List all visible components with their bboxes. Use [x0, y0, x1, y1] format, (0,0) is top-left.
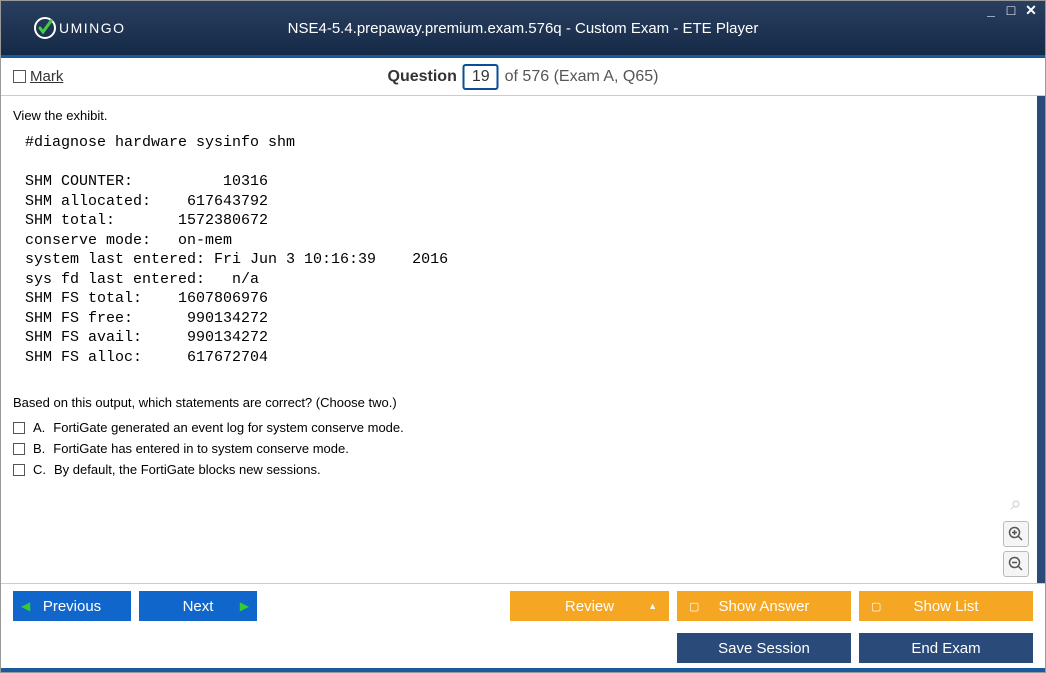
title-bar: UMINGO NSE4-5.4.prepaway.premium.exam.57… — [1, 1, 1045, 55]
answers-list: A. FortiGate generated an event log for … — [13, 420, 1033, 477]
minimize-icon[interactable]: _ — [983, 3, 999, 17]
answer-option[interactable]: A. FortiGate generated an event log for … — [13, 420, 1033, 435]
mark-checkbox-wrap[interactable]: Mark — [13, 68, 63, 85]
answer-text: By default, the FortiGate blocks new ses… — [54, 462, 321, 477]
answer-letter: C. — [33, 462, 46, 477]
show-answer-label: Show Answer — [719, 598, 810, 615]
question-prompt: Based on this output, which statements a… — [13, 395, 1033, 410]
question-rest: of 576 (Exam A, Q65) — [505, 68, 659, 86]
chevron-right-icon: ▶ — [240, 599, 249, 613]
end-exam-button[interactable]: End Exam — [859, 633, 1033, 663]
footer-nav: ◀ Previous Next ▶ Review ▲ ▢ Show Answer… — [1, 583, 1045, 628]
square-icon: ▢ — [689, 600, 699, 613]
search-icon[interactable]: ⌕ — [1003, 491, 1029, 517]
question-label: Question — [388, 68, 457, 86]
review-label: Review — [565, 598, 614, 615]
answer-option[interactable]: B. FortiGate has entered in to system co… — [13, 441, 1033, 456]
next-label: Next — [183, 598, 214, 615]
exhibit-text: #diagnose hardware sysinfo shm SHM COUNT… — [25, 133, 1033, 367]
save-session-label: Save Session — [718, 640, 810, 657]
app-logo: UMINGO — [33, 16, 126, 40]
close-icon[interactable]: ✕ — [1023, 3, 1039, 17]
show-answer-button[interactable]: ▢ Show Answer — [677, 591, 851, 621]
answer-option[interactable]: C. By default, the FortiGate blocks new … — [13, 462, 1033, 477]
answer-letter: A. — [33, 420, 45, 435]
answer-text: FortiGate has entered in to system conse… — [53, 441, 349, 456]
square-icon: ▢ — [871, 600, 881, 613]
zoom-in-icon[interactable] — [1003, 521, 1029, 547]
question-number[interactable]: 19 — [463, 64, 499, 90]
answer-text: FortiGate generated an event log for sys… — [53, 420, 403, 435]
answer-letter: B. — [33, 441, 45, 456]
question-indicator: Question 19 of 576 (Exam A, Q65) — [388, 64, 659, 90]
scrollbar[interactable] — [1037, 96, 1045, 583]
question-header: Mark Question 19 of 576 (Exam A, Q65) — [1, 58, 1045, 96]
mark-checkbox[interactable] — [13, 70, 26, 83]
footer-session: Save Session End Exam — [1, 628, 1045, 668]
next-button[interactable]: Next ▶ — [139, 591, 257, 621]
content-area: View the exhibit. #diagnose hardware sys… — [1, 96, 1045, 583]
previous-label: Previous — [43, 598, 101, 615]
window-title: NSE4-5.4.prepaway.premium.exam.576q - Cu… — [288, 20, 759, 37]
review-button[interactable]: Review ▲ — [510, 591, 669, 621]
bottom-divider — [1, 668, 1045, 672]
end-exam-label: End Exam — [911, 640, 980, 657]
maximize-icon[interactable]: □ — [1003, 3, 1019, 17]
logo-text: UMINGO — [59, 20, 126, 36]
show-list-label: Show List — [913, 598, 978, 615]
zoom-tools: ⌕ — [1003, 491, 1029, 577]
zoom-out-icon[interactable] — [1003, 551, 1029, 577]
chevron-left-icon: ◀ — [21, 599, 30, 613]
window-controls: _ □ ✕ — [983, 3, 1039, 17]
previous-button[interactable]: ◀ Previous — [13, 591, 131, 621]
answer-checkbox[interactable] — [13, 422, 25, 434]
checkmark-logo-icon — [33, 16, 57, 40]
answer-checkbox[interactable] — [13, 443, 25, 455]
triangle-up-icon: ▲ — [648, 601, 657, 611]
answer-checkbox[interactable] — [13, 464, 25, 476]
show-list-button[interactable]: ▢ Show List — [859, 591, 1033, 621]
mark-label: Mark — [30, 68, 63, 85]
exhibit-label: View the exhibit. — [13, 108, 1033, 123]
save-session-button[interactable]: Save Session — [677, 633, 851, 663]
